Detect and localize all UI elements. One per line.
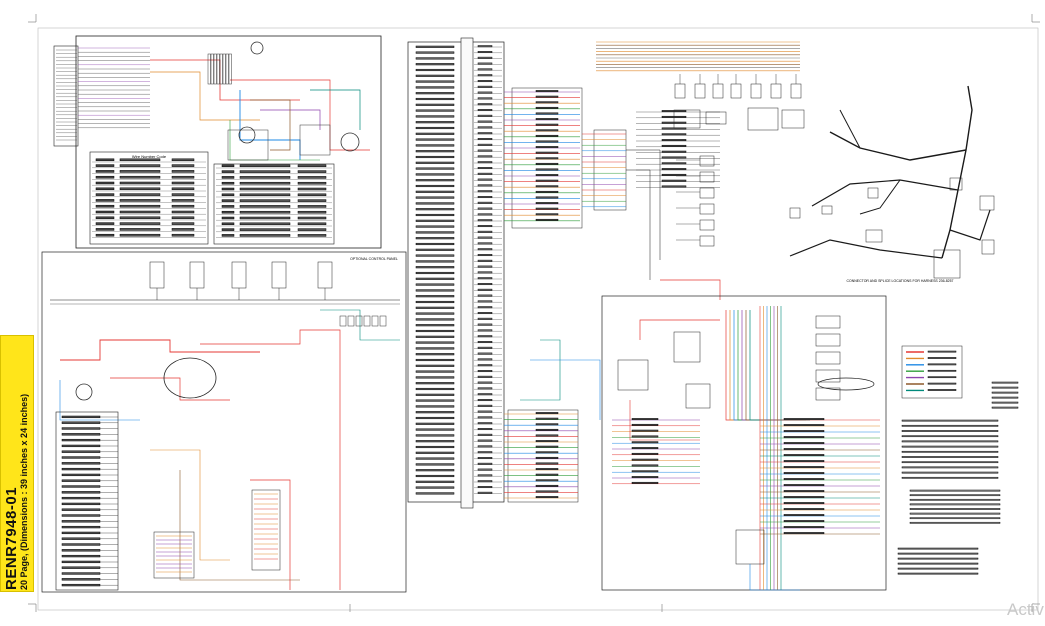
central-ecm-connector (407, 37, 505, 509)
wire-color-legend-rows (906, 350, 957, 392)
activation-watermark: Activ (1007, 600, 1044, 619)
harness-branches (789, 85, 995, 279)
middle-bus-wires (504, 90, 721, 499)
wire-number-table-heading: Wire Number Code (132, 154, 167, 159)
notes-block (897, 381, 1019, 575)
sheet-frame (37, 27, 1039, 611)
optional-block-heading: OPTIONAL CONTROL PANEL (350, 257, 398, 261)
top-left-schematic: Wire Number Code (53, 35, 382, 249)
central-pin-rows (415, 45, 502, 495)
ecm-pin-labels (61, 415, 118, 587)
starter-symbol (75, 383, 93, 401)
ecm-connector-block (55, 411, 119, 591)
harness-layout-drawing: CONNECTOR AND SPLICE LOCATIONS FOR HARNE… (789, 85, 995, 283)
document-dimensions: 20 Page, (Dimensions : 39 inches x 24 in… (19, 393, 29, 590)
alternator-symbol (238, 126, 256, 144)
connector-locations-caption: CONNECTOR AND SPLICE LOCATIONS FOR HARNE… (846, 279, 953, 283)
lower-left-wires (50, 299, 400, 590)
schematic-sheet: Wire Number Code OPTIONAL CONTROL PANEL (28, 14, 1040, 612)
sensor-wires (596, 41, 805, 247)
bus-block-right (593, 129, 627, 211)
central-pin-strip (460, 37, 474, 509)
splice-callout (817, 377, 875, 391)
top-left-wires (56, 47, 370, 161)
sensor-connectors (596, 41, 805, 247)
gauge-connectors (149, 261, 333, 300)
document-number: RENR7948-01 (3, 486, 20, 590)
lower-left-schematic: OPTIONAL CONTROL PANEL (41, 251, 407, 593)
gauge-symbol (250, 41, 264, 55)
motor-symbol (340, 132, 360, 152)
component-table (213, 163, 335, 245)
